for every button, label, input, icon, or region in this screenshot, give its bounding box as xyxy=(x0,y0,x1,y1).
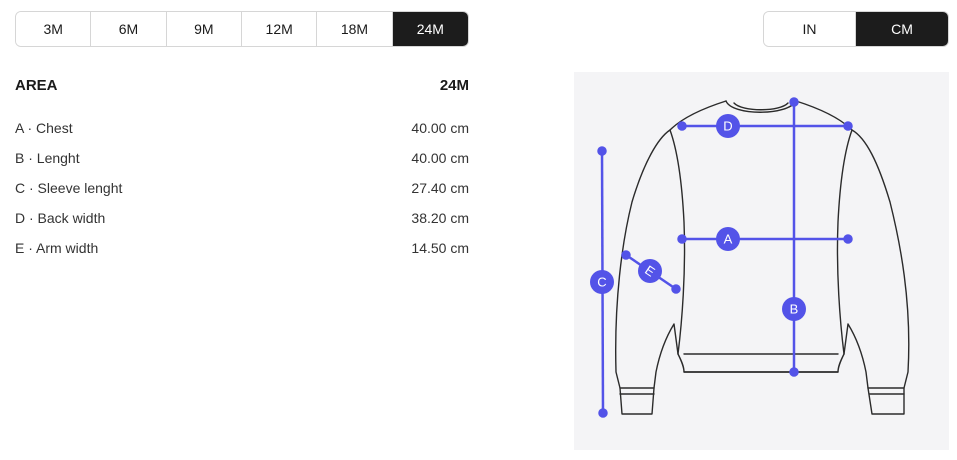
size-option-3m[interactable]: 3M xyxy=(16,12,92,46)
unit-option-cm[interactable]: CM xyxy=(856,12,948,46)
size-option-24m[interactable]: 24M xyxy=(392,12,468,46)
table-row: B · Lenght 40.00 cm xyxy=(15,143,469,173)
measurement-value: 27.40 cm xyxy=(411,180,469,196)
table-row: A · Chest 40.00 cm xyxy=(15,113,469,143)
size-option-12m[interactable]: 12M xyxy=(241,12,318,46)
measurement-label: E · Arm width xyxy=(15,240,99,256)
svg-text:A: A xyxy=(724,232,733,247)
area-header: AREA xyxy=(15,76,58,94)
measurement-value: 40.00 cm xyxy=(411,150,469,166)
measurement-value: 14.50 cm xyxy=(411,240,469,256)
unit-option-in[interactable]: IN xyxy=(764,12,856,46)
measurement-markers: D A B C E xyxy=(590,114,806,321)
svg-text:C: C xyxy=(597,275,606,290)
unit-selector: IN CM xyxy=(763,11,949,47)
marker-e: E xyxy=(638,259,662,283)
measurement-value: 38.20 cm xyxy=(411,210,469,226)
measurement-lines xyxy=(597,97,853,418)
size-table: AREA 24M A · Chest 40.00 cm B · Lenght 4… xyxy=(15,75,469,263)
measurement-label: D · Back width xyxy=(15,210,106,226)
table-row: D · Back width 38.20 cm xyxy=(15,203,469,233)
sweater-illustration: D A B C E xyxy=(590,97,910,418)
table-row: C · Sleeve lenght 27.40 cm xyxy=(15,173,469,203)
size-option-18m[interactable]: 18M xyxy=(317,12,393,46)
sweater-outline xyxy=(615,100,910,415)
size-option-9m[interactable]: 9M xyxy=(166,12,242,46)
size-option-6m[interactable]: 6M xyxy=(91,12,167,46)
size-table-header: AREA 24M xyxy=(15,75,469,95)
table-row: E · Arm width 14.50 cm xyxy=(15,233,469,263)
marker-d: D xyxy=(716,114,740,138)
sweater-measurement-diagram: D A B C E xyxy=(574,72,949,450)
size-selector: 3M 6M 9M 12M 18M 24M xyxy=(15,11,469,47)
svg-text:D: D xyxy=(723,119,732,134)
measurement-label: B · Lenght xyxy=(15,150,80,166)
marker-b: B xyxy=(782,297,806,321)
marker-c: C xyxy=(590,270,614,294)
measurement-value: 40.00 cm xyxy=(411,120,469,136)
svg-text:B: B xyxy=(790,302,799,317)
marker-a: A xyxy=(716,227,740,251)
measurement-label: C · Sleeve lenght xyxy=(15,180,123,196)
size-header: 24M xyxy=(439,76,469,94)
measurement-label: A · Chest xyxy=(15,120,73,136)
